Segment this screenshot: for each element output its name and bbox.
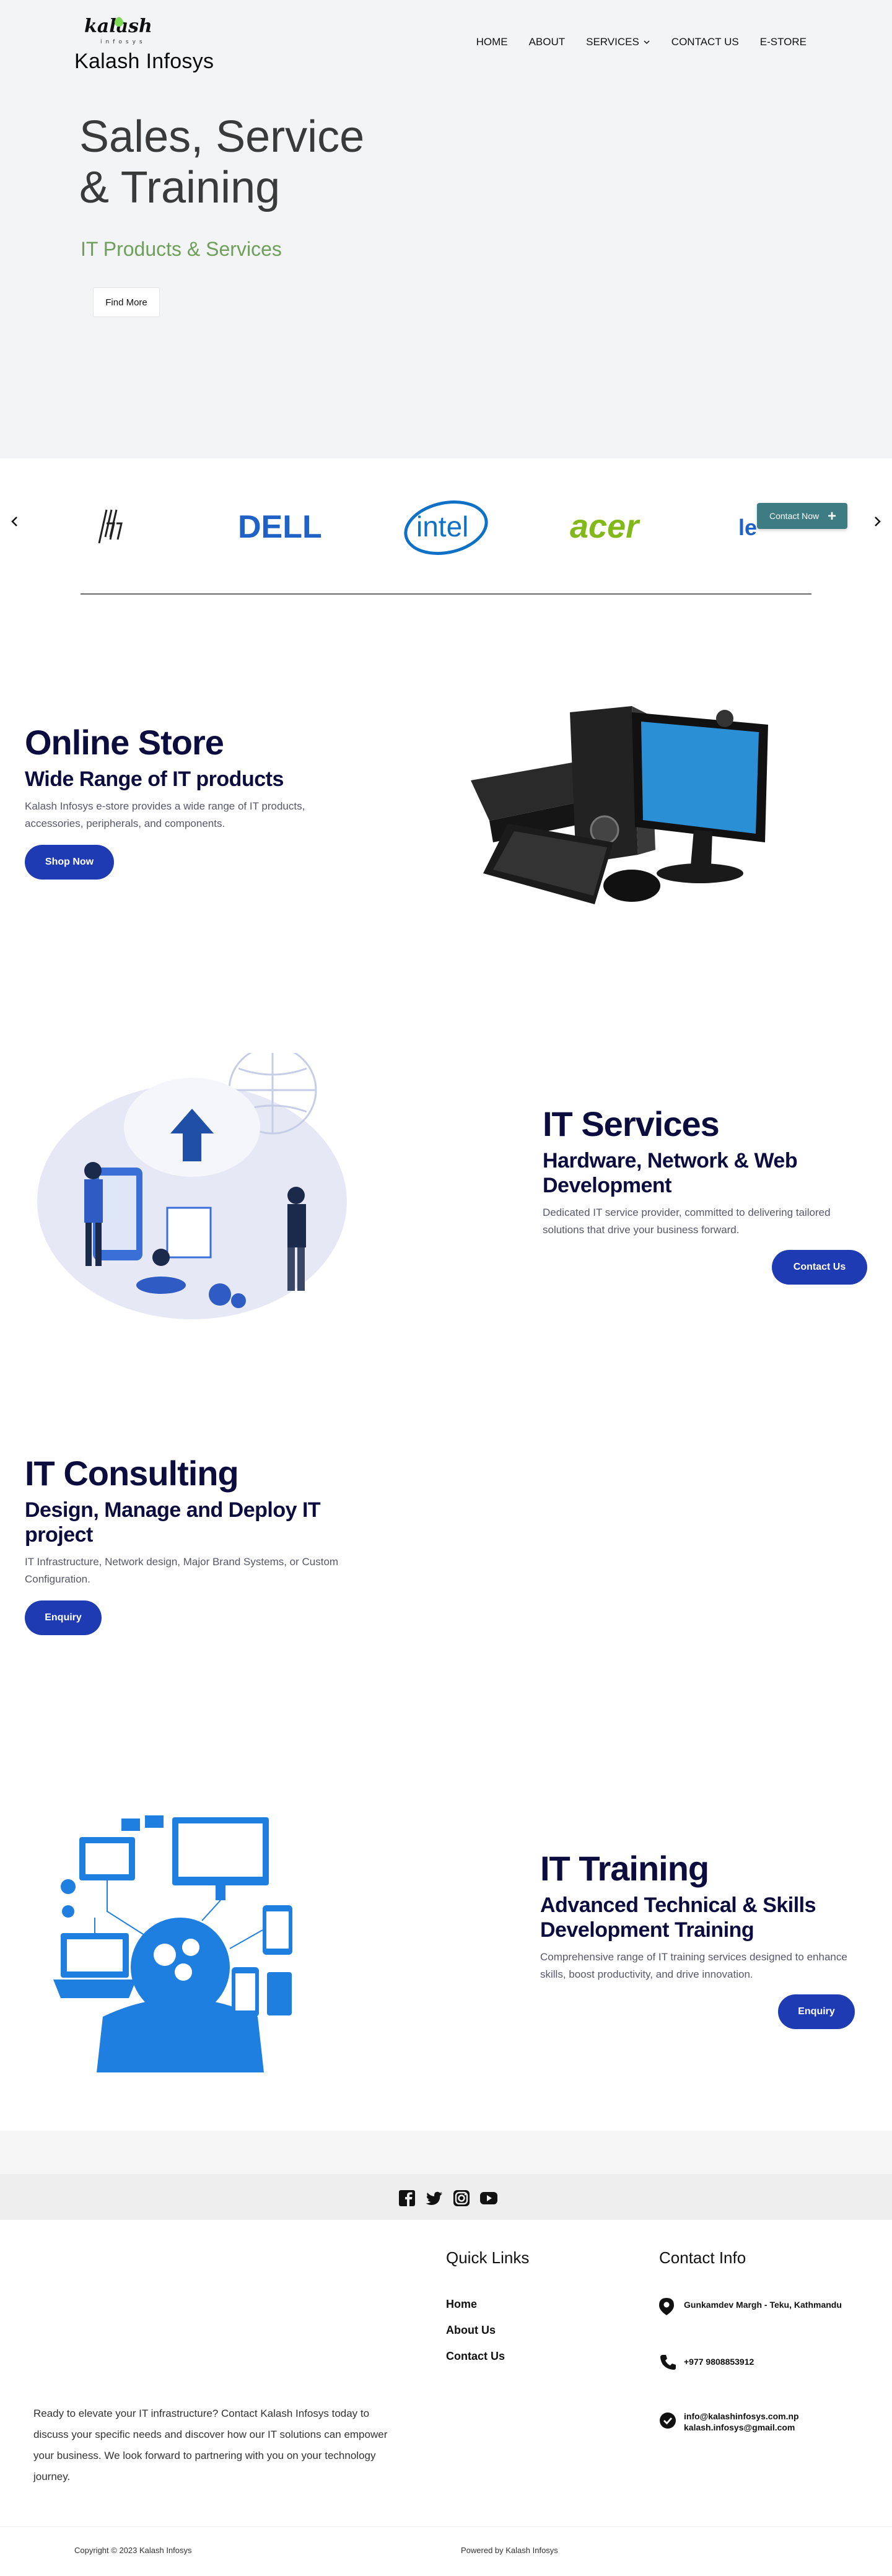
facebook-icon[interactable] bbox=[398, 2189, 416, 2207]
find-more-button[interactable]: Find More bbox=[93, 287, 160, 317]
nav-contact[interactable]: CONTACT US bbox=[671, 36, 739, 48]
nav-services[interactable]: SERVICES bbox=[586, 36, 650, 48]
location-pin-icon bbox=[659, 2298, 674, 2315]
brand-acer-text: acer bbox=[570, 508, 641, 545]
chevron-left-icon[interactable] bbox=[7, 514, 22, 529]
hero-subtitle: IT Products & Services bbox=[81, 238, 282, 260]
nav-home[interactable]: HOME bbox=[476, 36, 508, 48]
chevron-down-icon bbox=[644, 40, 650, 45]
contact-now-button[interactable]: Contact Now + bbox=[757, 503, 847, 529]
brand-le-text: le bbox=[738, 515, 757, 540]
footer-link-home[interactable]: Home bbox=[446, 2298, 477, 2311]
online-store-title: Online Store bbox=[25, 723, 224, 762]
shop-now-button[interactable]: Shop Now bbox=[25, 845, 114, 880]
computer-image bbox=[452, 688, 780, 917]
logo[interactable]: kalash infosys bbox=[82, 11, 156, 48]
brand-logo-acer: acer bbox=[567, 496, 667, 557]
it-training-title: IT Training bbox=[540, 1849, 709, 1888]
online-store-subtitle: Wide Range of IT products bbox=[25, 767, 284, 791]
online-store-text: Kalash Infosys e-store provides a wide r… bbox=[25, 800, 305, 829]
nav-about[interactable]: ABOUT bbox=[529, 36, 566, 48]
contact-now-label: Contact Now bbox=[769, 511, 820, 521]
phone-icon bbox=[660, 2355, 676, 2370]
contact-us-button[interactable]: Contact Us bbox=[772, 1250, 867, 1285]
cloud-services-illustration bbox=[25, 1046, 372, 1338]
check-circle-icon bbox=[660, 2412, 676, 2429]
instagram-icon[interactable] bbox=[452, 2189, 471, 2207]
enquiry-button-training[interactable]: Enquiry bbox=[778, 1994, 855, 2029]
footer-top-band bbox=[0, 2131, 892, 2174]
twitter-icon[interactable] bbox=[425, 2189, 444, 2207]
hero-title: Sales, Service & Training bbox=[79, 112, 365, 212]
brand-logo-hp bbox=[93, 496, 128, 557]
youtube-icon[interactable] bbox=[479, 2189, 498, 2207]
it-training-subtitle: Advanced Technical & Skills Development … bbox=[540, 1893, 816, 1942]
quick-links-title: Quick Links bbox=[446, 2248, 530, 2267]
footer-link-contact[interactable]: Contact Us bbox=[446, 2350, 505, 2363]
brand-dell-text: DELL bbox=[238, 509, 322, 545]
enquiry-button-consulting[interactable]: Enquiry bbox=[25, 1600, 102, 1635]
brand-logo-dell: DELL bbox=[235, 496, 322, 557]
chevron-right-icon[interactable] bbox=[870, 514, 885, 529]
main-nav: HOME ABOUT SERVICES CONTACT US E-STORE bbox=[455, 36, 807, 48]
footer-phone[interactable]: +977 9808853912 bbox=[684, 2356, 754, 2367]
nav-estore[interactable]: E-STORE bbox=[760, 36, 807, 48]
training-illustration bbox=[53, 1812, 307, 2072]
brand-name[interactable]: Kalash Infosys bbox=[74, 50, 214, 74]
it-training-text: Comprehensive range of IT training servi… bbox=[540, 1951, 847, 1980]
powered-by-text: Powered by Kalash Infosys bbox=[461, 2546, 558, 2555]
bottom-bar: Copyright © 2023 Kalash Infosys Powered … bbox=[0, 2526, 892, 2576]
footer-link-about[interactable]: About Us bbox=[446, 2324, 496, 2337]
it-services-text: Dedicated IT service provider, committed… bbox=[543, 1207, 831, 1236]
brand-logo-intel: intel bbox=[401, 496, 494, 557]
it-consulting-text: IT Infrastructure, Network design, Major… bbox=[25, 1556, 339, 1585]
social-bar bbox=[0, 2174, 892, 2220]
it-services-title: IT Services bbox=[543, 1104, 720, 1143]
hero-section: kalash infosys Kalash Infosys HOME ABOUT… bbox=[0, 0, 892, 458]
footer-cta-text: Ready to elevate your IT infrastructure?… bbox=[33, 2408, 388, 2482]
copyright-text: Copyright © 2023 Kalash Infosys bbox=[74, 2546, 192, 2555]
footer-email-2[interactable]: kalash.infosys@gmail.com bbox=[684, 2422, 795, 2433]
brand-intel-text: intel bbox=[416, 510, 468, 543]
nav-services-label: SERVICES bbox=[586, 36, 639, 48]
plus-icon: + bbox=[827, 508, 836, 525]
it-consulting-subtitle: Design, Manage and Deploy IT project bbox=[25, 1498, 321, 1547]
contact-info-title: Contact Info bbox=[659, 2248, 746, 2267]
section-divider bbox=[81, 593, 811, 595]
footer-email-1[interactable]: info@kalashinfosys.com.np bbox=[684, 2411, 799, 2422]
logo-tagline: infosys bbox=[100, 39, 146, 45]
it-services-subtitle: Hardware, Network & Web Development bbox=[543, 1149, 798, 1197]
footer-address: Gunkamdev Margh - Teku, Kathmandu bbox=[684, 2300, 842, 2310]
it-consulting-title: IT Consulting bbox=[25, 1454, 239, 1493]
